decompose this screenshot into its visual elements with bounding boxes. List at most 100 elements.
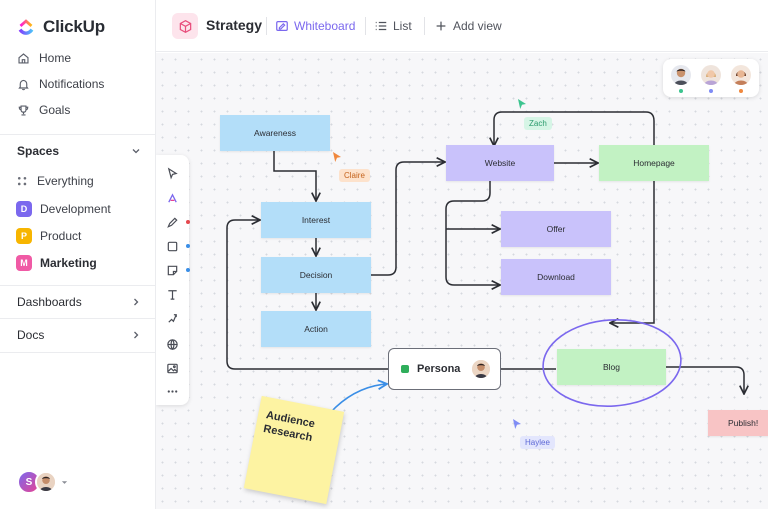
docs-section[interactable]: Docs — [0, 322, 155, 348]
collaborators-panel[interactable] — [663, 59, 759, 97]
sidebar-divider — [0, 285, 155, 286]
node-blog[interactable]: Blog — [557, 349, 666, 385]
more-tool[interactable] — [164, 383, 180, 399]
square-icon — [167, 241, 177, 251]
spaces-header[interactable]: Spaces — [0, 138, 155, 164]
dashboards-section[interactable]: Dashboards — [0, 289, 155, 315]
docs-label: Docs — [17, 328, 45, 342]
space-item-label: Product — [40, 229, 82, 243]
image-icon — [166, 363, 178, 373]
pen-icon — [166, 216, 178, 228]
sticky-note[interactable]: Audience Research — [243, 395, 345, 505]
node-decision[interactable]: Decision — [261, 257, 371, 293]
cube-icon — [172, 13, 198, 39]
sidebar: ClickUp Home Notifications Goals Spaces … — [0, 0, 156, 509]
pen-color-dot — [186, 220, 190, 224]
space-item-marketing[interactable]: M Marketing — [0, 251, 155, 275]
user-menu[interactable]: S — [17, 470, 68, 494]
spaces-title: Spaces — [17, 144, 60, 158]
collaborator-avatar[interactable] — [701, 65, 721, 85]
clickup-logo-icon — [18, 19, 34, 35]
whiteboard-canvas[interactable]: Awareness Interest Decision Action Websi… — [156, 53, 768, 509]
node-website[interactable]: Website — [446, 145, 554, 181]
annotation-arrow — [329, 384, 386, 414]
space-item-development[interactable]: D Development — [0, 197, 155, 221]
node-homepage[interactable]: Homepage — [599, 145, 709, 181]
brand-name: ClickUp — [43, 17, 105, 36]
space-item-product[interactable]: P Product — [0, 224, 155, 248]
bell-icon — [17, 78, 30, 91]
chevron-right-icon — [134, 331, 139, 339]
nav-item-label: Notifications — [39, 77, 105, 91]
list-icon — [375, 21, 387, 31]
cursor-haylee-icon — [513, 419, 521, 429]
plus-icon — [436, 21, 446, 31]
whiteboard-toolbar — [156, 155, 190, 405]
view-header: Strategy Whiteboard List Add view — [156, 0, 768, 52]
pen-tool[interactable] — [164, 214, 180, 230]
page-title: Strategy — [206, 17, 263, 33]
tab-label: Whiteboard — [294, 19, 356, 33]
connector-decision-website — [371, 162, 444, 276]
header-divider — [266, 17, 267, 35]
sidebar-divider — [0, 134, 155, 135]
persona-label: Persona — [417, 363, 461, 375]
sidebar-divider — [0, 352, 155, 353]
cursor-zach-icon — [518, 99, 526, 109]
dashboards-label: Dashboards — [17, 295, 82, 309]
whiteboard-icon — [276, 21, 288, 31]
sticky-note-icon — [167, 265, 177, 275]
nav-item-goals[interactable]: Goals — [0, 97, 155, 123]
globe-tool[interactable] — [164, 336, 180, 352]
nav-item-notifications[interactable]: Notifications — [0, 71, 155, 97]
chevron-down-icon[interactable] — [131, 146, 141, 156]
header-divider — [424, 17, 425, 35]
node-download[interactable]: Download — [501, 259, 611, 295]
sticky-color-dot — [186, 268, 190, 272]
ai-tool[interactable] — [164, 190, 180, 206]
node-action[interactable]: Action — [261, 311, 371, 347]
brand[interactable]: ClickUp — [15, 14, 105, 40]
space-badge: P — [16, 228, 32, 244]
connector-awareness-interest — [273, 151, 316, 200]
shape-color-dot — [186, 244, 190, 248]
cursor-label-claire: Claire — [339, 169, 370, 182]
add-view-label: Add view — [453, 19, 502, 33]
connector-tool[interactable] — [164, 310, 180, 326]
collaborator-status-dot — [679, 89, 683, 93]
grid-dots-icon — [16, 175, 29, 188]
collaborator-status-dot — [709, 89, 713, 93]
image-tool[interactable] — [164, 360, 180, 376]
shape-tool[interactable] — [164, 238, 180, 254]
cursor-icon — [167, 167, 178, 180]
add-view-button[interactable]: Add view — [434, 16, 502, 36]
nav-item-home[interactable]: Home — [0, 45, 155, 71]
node-interest[interactable]: Interest — [261, 202, 371, 238]
more-dots-icon — [167, 389, 177, 393]
persona-avatar — [472, 360, 490, 378]
header-divider — [365, 17, 366, 35]
cursor-claire-icon — [333, 152, 341, 162]
tab-label: List — [393, 19, 412, 33]
home-icon — [17, 52, 30, 65]
connector-website-offer — [445, 181, 499, 285]
globe-icon — [166, 338, 178, 350]
connector-loop-blog — [611, 181, 655, 323]
space-item-everything[interactable]: Everything — [0, 169, 155, 193]
persona-status-dot — [401, 365, 409, 373]
collaborator-avatar[interactable] — [671, 65, 691, 85]
node-offer[interactable]: Offer — [501, 211, 611, 247]
persona-card[interactable]: Persona — [388, 348, 501, 390]
connector-blog-publish — [666, 366, 744, 393]
node-publish[interactable]: Publish! — [708, 410, 768, 436]
nav-item-label: Home — [39, 51, 72, 65]
select-tool[interactable] — [164, 165, 180, 181]
sidebar-divider — [0, 318, 155, 319]
sticky-tool[interactable] — [164, 262, 180, 278]
tab-list[interactable]: List — [374, 16, 412, 36]
node-awareness[interactable]: Awareness — [220, 115, 330, 151]
chevron-right-icon — [134, 298, 139, 306]
tab-whiteboard[interactable]: Whiteboard — [275, 16, 355, 36]
text-tool[interactable] — [164, 286, 180, 302]
collaborator-avatar[interactable] — [731, 65, 751, 85]
